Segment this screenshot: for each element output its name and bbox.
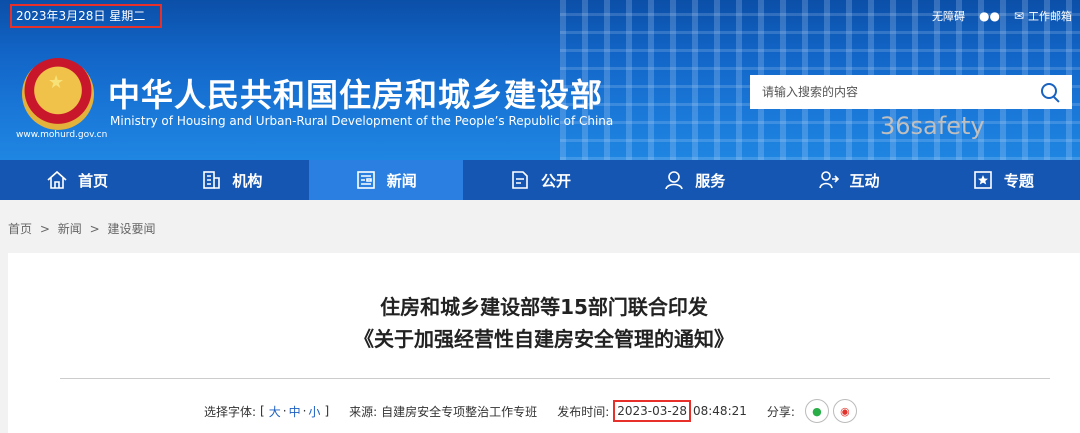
font-size-large[interactable]: 大 — [269, 403, 281, 420]
share-label: 分享: — [766, 404, 795, 419]
watermark: 36safety — [880, 112, 985, 140]
nav-label-news: 新闻 — [386, 171, 417, 190]
building-icon — [200, 169, 222, 191]
breadcrumb-separator: > — [89, 222, 100, 236]
font-size-medium[interactable]: 中 — [289, 403, 301, 420]
service-icon — [663, 169, 685, 191]
weibo-share-icon[interactable]: ◉ — [832, 399, 857, 423]
breadcrumb-news[interactable]: 新闻 — [58, 222, 82, 236]
main-nav: 首页 机构 新闻 公开 服务 互动 专题 — [0, 160, 1080, 200]
publish-time: 08:48:21 — [692, 404, 747, 418]
top-links: 无障碍 ●● ✉ 工作邮箱 — [932, 8, 1072, 24]
site-title: 中华人民共和国住房和城乡建设部 — [108, 76, 604, 114]
nav-label-service: 服务 — [695, 171, 726, 190]
national-emblem-logo: ★ — [22, 58, 94, 130]
publish-date: 2023-03-28 — [613, 400, 691, 422]
accessibility-link[interactable]: 无障碍 — [932, 8, 965, 24]
article-meta: 选择字体: [ 大 · 中 · 小 ] 来源: 自建房安全专项整治工作专班 发布… — [204, 399, 857, 423]
source-label: 来源: — [349, 404, 378, 419]
breadcrumb-separator: > — [39, 222, 50, 236]
mail-label: 工作邮箱 — [1028, 10, 1072, 23]
emblem-star: ★ — [48, 72, 65, 93]
site-url: www.mohurd.gov.cn — [16, 130, 108, 140]
search-button[interactable] — [1038, 80, 1062, 104]
bracket-close: ] — [324, 404, 330, 418]
title-divider — [60, 378, 1050, 379]
font-size-label: 选择字体: — [204, 404, 257, 419]
bracket-open: [ — [260, 404, 265, 418]
home-icon — [46, 169, 68, 191]
share-buttons: ● ◉ — [804, 399, 857, 423]
nav-item-news[interactable]: 新闻 — [308, 160, 463, 200]
wechat-icon[interactable]: ●● — [979, 9, 1000, 23]
breadcrumb: 首页 > 新闻 > 建设要闻 — [8, 220, 159, 237]
publish-label: 发布时间: — [557, 404, 610, 419]
nav-item-interaction[interactable]: 互动 — [771, 160, 925, 200]
article-title-line2: 《关于加强经营性自建房安全管理的通知》 — [354, 327, 734, 351]
site-title-english: Ministry of Housing and Urban-Rural Deve… — [110, 114, 614, 128]
document-icon — [509, 169, 531, 191]
font-size-separator: · — [302, 404, 307, 418]
mail-icon: ✉ — [1013, 9, 1024, 23]
newspaper-icon — [355, 169, 377, 191]
nav-item-organization[interactable]: 机构 — [154, 160, 308, 200]
font-size-small[interactable]: 小 — [308, 403, 320, 420]
search-input[interactable] — [750, 75, 1044, 109]
nav-item-home[interactable]: 首页 — [0, 160, 154, 200]
breadcrumb-home[interactable]: 首页 — [8, 222, 32, 236]
search-box — [750, 75, 1072, 109]
mail-link[interactable]: ✉ 工作邮箱 — [1014, 8, 1072, 24]
nav-label-interaction: 互动 — [849, 171, 880, 190]
current-date: 2023年3月28日 星期二 — [10, 4, 162, 28]
nav-item-public[interactable]: 公开 — [463, 160, 617, 200]
nav-item-service[interactable]: 服务 — [617, 160, 771, 200]
source-value: 自建房安全专项整治工作专班 — [381, 404, 538, 419]
interaction-icon — [818, 169, 840, 191]
font-size-separator: · — [282, 404, 287, 418]
article-card: 住房和城乡建设部等15部门联合印发 《关于加强经营性自建房安全管理的通知》 选择… — [8, 253, 1080, 433]
breadcrumb-current[interactable]: 建设要闻 — [107, 222, 155, 236]
nav-label-home: 首页 — [78, 171, 109, 190]
star-icon — [972, 169, 994, 191]
wechat-share-icon[interactable]: ● — [804, 399, 829, 423]
article-title-line1: 住房和城乡建设部等15部门联合印发 — [380, 295, 708, 319]
nav-label-topics: 专题 — [1003, 171, 1034, 190]
nav-label-organization: 机构 — [232, 171, 263, 190]
nav-item-topics[interactable]: 专题 — [926, 160, 1080, 200]
nav-label-public: 公开 — [540, 171, 571, 190]
